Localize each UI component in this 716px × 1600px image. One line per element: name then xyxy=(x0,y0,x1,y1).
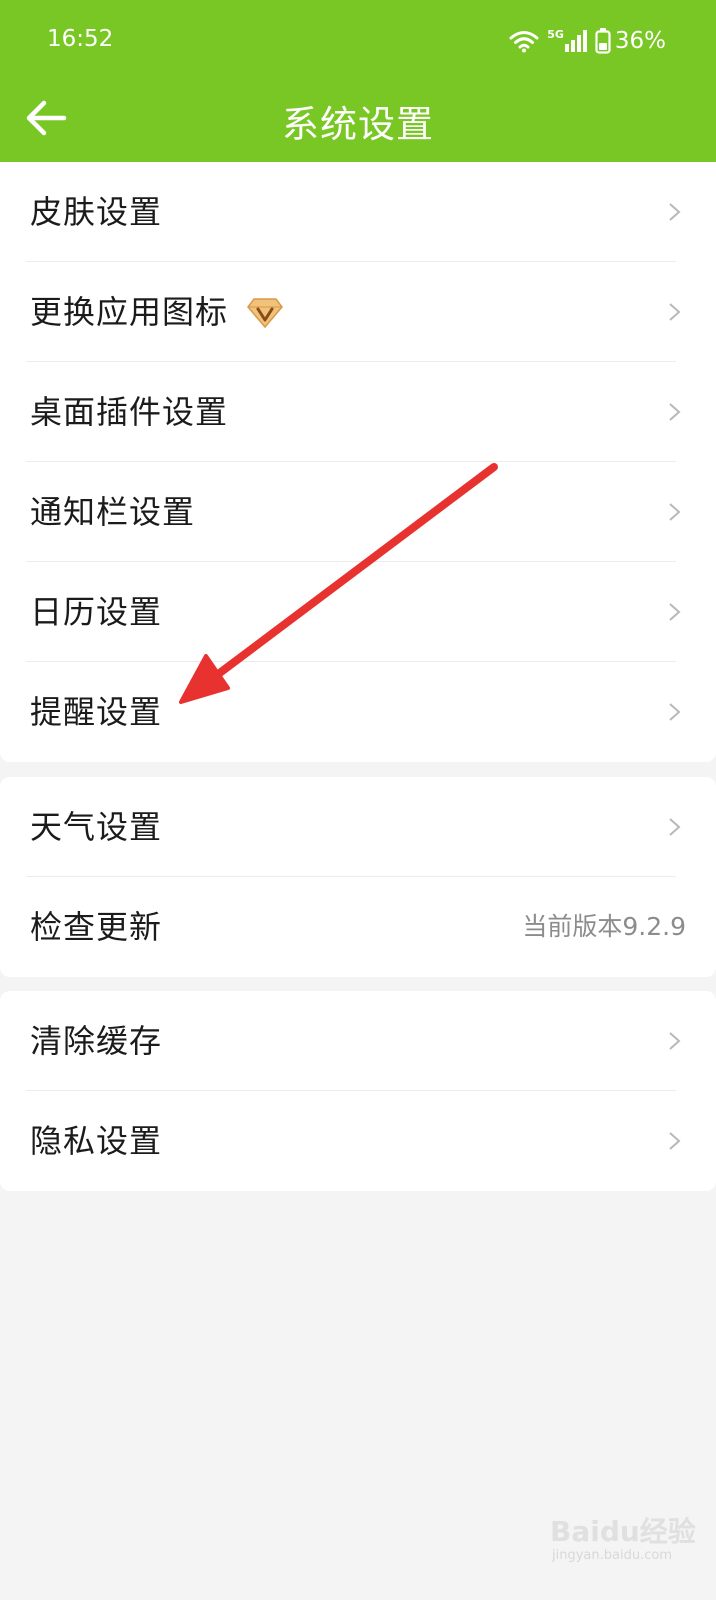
row-label: 日历设置 xyxy=(30,593,163,631)
row-label: 天气设置 xyxy=(30,808,163,846)
wifi-icon xyxy=(509,31,539,53)
settings-screen: 16:52 5G 36% 系统设置 皮肤设置 更换应用图标 桌面插件设置 通知栏… xyxy=(0,0,716,1600)
settings-group-cache-privacy: 清除缓存 隐私设置 xyxy=(0,991,716,1191)
battery-icon xyxy=(595,28,611,54)
diamond-vip-icon xyxy=(247,298,283,328)
watermark: Baidu经验 jingyan.baidu.com xyxy=(542,1498,712,1578)
row-check-update[interactable]: 检查更新 当前版本9.2.9 xyxy=(0,877,716,977)
row-label: 检查更新 xyxy=(30,908,163,946)
network-type: 5G xyxy=(547,28,564,41)
current-version: 当前版本9.2.9 xyxy=(522,912,686,941)
chevron-right-icon xyxy=(669,1032,681,1050)
row-label: 隐私设置 xyxy=(30,1122,163,1160)
settings-group-weather-update: 天气设置 检查更新 当前版本9.2.9 xyxy=(0,777,716,977)
row-label: 桌面插件设置 xyxy=(30,393,229,431)
page-title: 系统设置 xyxy=(282,103,434,146)
row-label: 更换应用图标 xyxy=(30,293,229,331)
signal-icon xyxy=(564,30,587,52)
chevron-right-icon xyxy=(669,503,681,521)
chevron-right-icon xyxy=(669,603,681,621)
row-calendar-settings[interactable]: 日历设置 xyxy=(0,562,716,662)
chevron-right-icon xyxy=(669,818,681,836)
chevron-right-icon xyxy=(669,303,681,321)
nav-bar: 系统设置 xyxy=(0,82,716,162)
row-reminder-settings[interactable]: 提醒设置 xyxy=(0,662,716,762)
chevron-right-icon xyxy=(669,403,681,421)
chevron-right-icon xyxy=(669,703,681,721)
watermark-logo: Baidu经验 xyxy=(550,1515,696,1548)
watermark-url: jingyan.baidu.com xyxy=(552,1548,672,1563)
battery-percent: 36% xyxy=(614,28,666,54)
row-privacy-settings[interactable]: 隐私设置 xyxy=(0,1091,716,1191)
row-label: 通知栏设置 xyxy=(30,493,196,531)
row-change-app-icon[interactable]: 更换应用图标 xyxy=(0,262,716,362)
row-notification-bar-settings[interactable]: 通知栏设置 xyxy=(0,462,716,562)
row-label: 皮肤设置 xyxy=(30,193,163,231)
row-label: 清除缓存 xyxy=(30,1022,163,1060)
row-weather-settings[interactable]: 天气设置 xyxy=(0,777,716,877)
row-label: 提醒设置 xyxy=(30,693,163,731)
status-time: 16:52 xyxy=(47,26,114,52)
settings-group-general: 皮肤设置 更换应用图标 桌面插件设置 通知栏设置 日历设置 提醒设置 xyxy=(0,162,716,762)
row-clear-cache[interactable]: 清除缓存 xyxy=(0,991,716,1091)
row-widget-settings[interactable]: 桌面插件设置 xyxy=(0,362,716,462)
row-skin-settings[interactable]: 皮肤设置 xyxy=(0,162,716,262)
chevron-right-icon xyxy=(669,1132,681,1150)
status-bar: 16:52 5G 36% xyxy=(0,0,716,80)
header: 16:52 5G 36% 系统设置 xyxy=(0,0,716,162)
status-icons: 5G 36% xyxy=(509,24,666,58)
chevron-right-icon xyxy=(669,203,681,221)
